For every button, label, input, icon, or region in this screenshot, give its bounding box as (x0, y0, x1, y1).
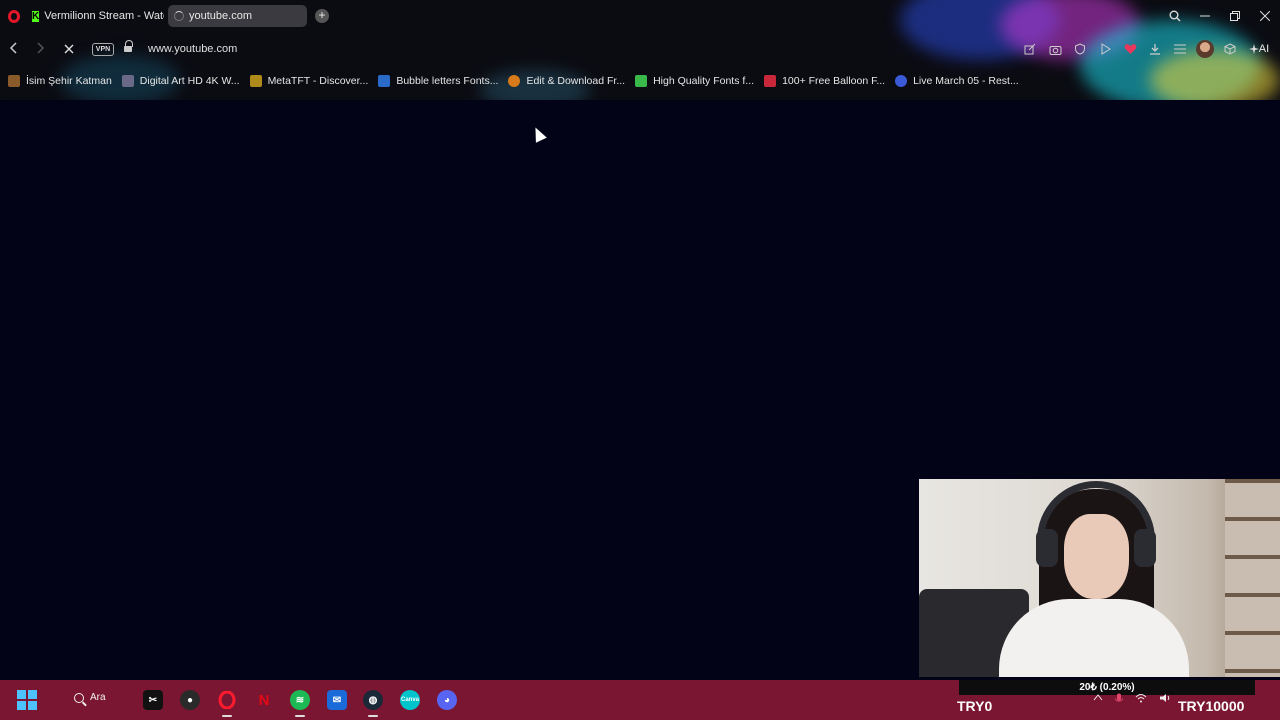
tab-title: youtube.com (189, 10, 252, 22)
discord-icon[interactable]: ◕ (437, 690, 457, 710)
heart-icon[interactable] (1121, 39, 1139, 59)
active-app-indicator (222, 715, 232, 717)
ai-label: AI (1258, 43, 1270, 55)
chevron-up-icon[interactable] (1093, 693, 1103, 708)
lock-icon[interactable] (124, 40, 133, 53)
bookmark-favicon-icon (249, 75, 262, 87)
new-tab-button[interactable]: + (315, 9, 329, 23)
bookmark-item[interactable]: 100+ Free Balloon F... (764, 75, 885, 87)
capcut-icon[interactable]: ✂ (143, 690, 163, 710)
screen: K Vermilionn Stream - Watc youtube.com + (0, 0, 1280, 720)
opera-taskbar-icon[interactable] (217, 690, 237, 710)
search-icon (74, 692, 84, 703)
steam-icon[interactable]: ◍ (363, 690, 383, 710)
camera-icon[interactable] (1046, 39, 1064, 59)
cube-icon[interactable] (1221, 39, 1239, 59)
webcam-bookshelf (1225, 479, 1280, 677)
edit-icon[interactable] (1021, 39, 1039, 59)
bookmark-favicon-icon (378, 75, 391, 87)
bookmark-favicon-icon (635, 75, 648, 87)
headset-earcup-left (1036, 529, 1058, 567)
tab-title: Vermilionn Stream - Watc (44, 10, 164, 22)
bookmarks-bar: İsim Şehir Katman Digital Art HD 4K W...… (8, 72, 1019, 90)
window-controls (1160, 0, 1280, 32)
restore-icon[interactable] (1220, 0, 1250, 32)
stop-loading-icon[interactable] (61, 42, 77, 58)
headset-earcup-right (1134, 529, 1156, 567)
bookmark-label: MetaTFT - Discover... (267, 75, 369, 87)
windows-start-icon[interactable] (17, 690, 37, 710)
bookmark-favicon-icon (508, 75, 521, 87)
bookmark-item[interactable]: Live March 05 - Rest... (895, 75, 1019, 87)
bookmark-label: Edit & Download Fr... (526, 75, 626, 87)
search-label: Ara (90, 692, 106, 703)
download-icon[interactable] (1146, 39, 1164, 59)
active-app-indicator (368, 715, 378, 717)
toolbar-icons: AI (1021, 39, 1272, 59)
loading-spinner-icon (174, 11, 184, 21)
bookmark-favicon-icon (121, 75, 134, 87)
obs-icon[interactable]: ● (180, 690, 200, 710)
bookmark-label: High Quality Fonts f... (653, 75, 755, 87)
forward-icon[interactable] (32, 42, 48, 58)
netflix-icon[interactable]: N (254, 690, 274, 710)
canva-icon[interactable]: Canva (400, 690, 420, 710)
bookmark-item[interactable]: Edit & Download Fr... (508, 75, 625, 87)
bookmark-item[interactable]: Bubble letters Fonts... (378, 75, 498, 87)
wifi-icon[interactable] (1135, 693, 1147, 708)
address-bar: VPN www.youtube.com AI (0, 36, 1280, 64)
microphone-icon[interactable] (1115, 693, 1123, 708)
webcam-overlay (919, 479, 1280, 677)
shield-icon[interactable] (1071, 39, 1089, 59)
bookmark-item[interactable]: High Quality Fonts f... (635, 75, 754, 87)
bookmark-label: Bubble letters Fonts... (396, 75, 499, 87)
donation-goal-amount: TRY10000 (1178, 698, 1245, 714)
spotify-icon[interactable]: ≋ (290, 690, 310, 710)
bookmark-label: Live March 05 - Rest... (913, 75, 1019, 87)
search-tabs-icon[interactable] (1160, 0, 1190, 32)
back-icon[interactable] (6, 42, 22, 58)
menu-icon[interactable] (1171, 39, 1189, 59)
bookmark-item[interactable]: İsim Şehir Katman (8, 75, 112, 87)
opera-logo-icon[interactable] (0, 0, 28, 32)
bookmark-label: İsim Şehir Katman (26, 75, 112, 87)
bookmark-favicon-icon (764, 75, 777, 87)
minimize-icon[interactable] (1190, 0, 1220, 32)
system-tray (1093, 693, 1171, 708)
tab-youtube[interactable]: youtube.com (168, 5, 307, 27)
tab-vermilionn-stream[interactable]: K Vermilionn Stream - Watc (30, 5, 164, 27)
bookmark-label: Digital Art HD 4K W... (139, 75, 240, 87)
active-app-indicator (295, 715, 305, 717)
bookmark-favicon-icon (8, 75, 20, 87)
donation-current-amount: TRY0 (957, 698, 993, 714)
bookmark-item[interactable]: MetaTFT - Discover... (249, 75, 369, 87)
url-field[interactable]: www.youtube.com (148, 43, 237, 55)
outlook-icon[interactable]: ✉ (327, 690, 347, 710)
profile-avatar[interactable] (1196, 40, 1214, 58)
aria-ai-button[interactable]: AI (1246, 39, 1272, 59)
kick-icon: K (32, 10, 40, 22)
volume-icon[interactable] (1159, 693, 1171, 708)
bookmark-label: 100+ Free Balloon F... (782, 75, 886, 87)
bookmark-item[interactable]: Digital Art HD 4K W... (121, 75, 240, 87)
bookmark-favicon-icon (895, 75, 908, 87)
tab-bar: K Vermilionn Stream - Watc youtube.com + (0, 0, 1280, 32)
vpn-badge[interactable]: VPN (92, 43, 114, 56)
close-icon[interactable] (1250, 0, 1280, 32)
play-icon[interactable] (1096, 39, 1114, 59)
taskbar-search[interactable]: Ara (74, 692, 106, 703)
